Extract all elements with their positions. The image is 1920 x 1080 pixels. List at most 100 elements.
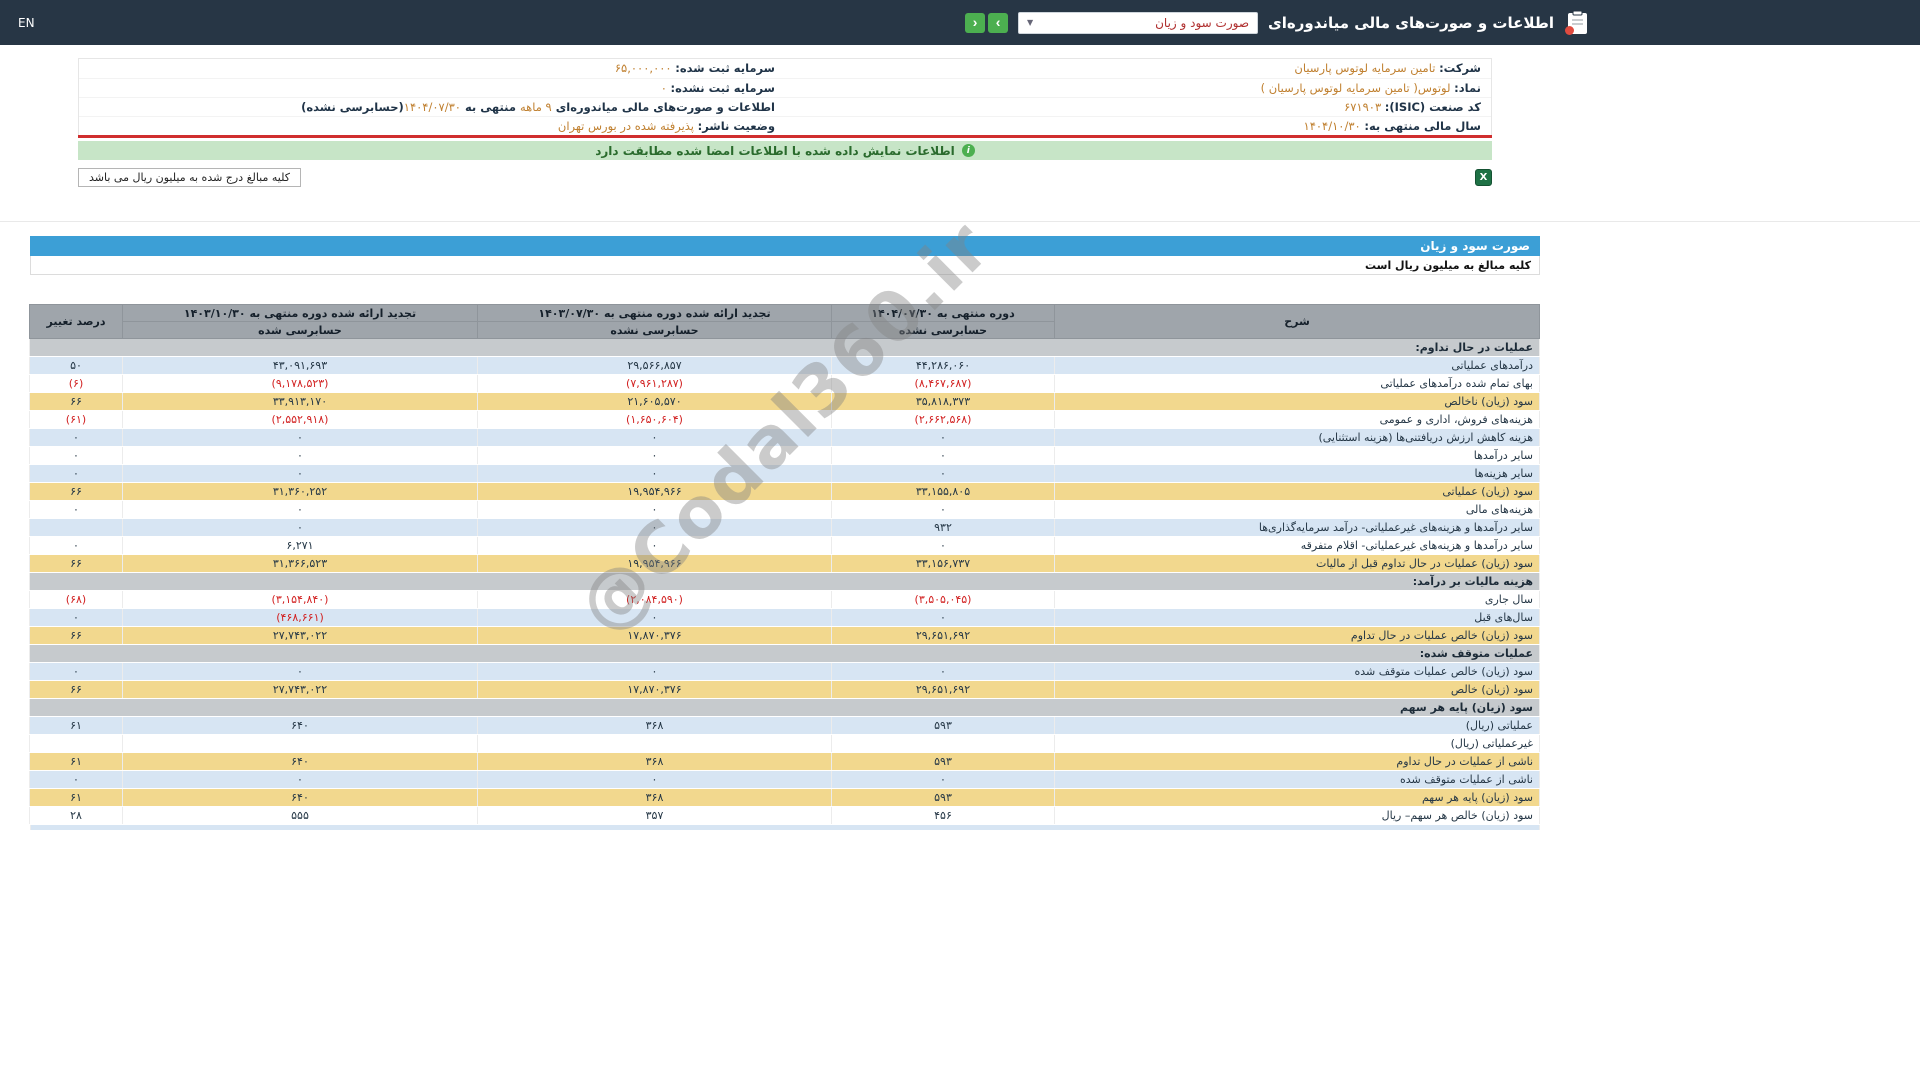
row-label: سود (زیان) ناخالص [1054, 392, 1540, 411]
value-restated-year-end: ۵۵۵ [122, 806, 478, 825]
statement-table-header: شرح دوره منتهی به ۱۴۰۴/۰۷/۳۰ تجدید ارائه… [29, 304, 1540, 339]
statement-unit-note: کلیه مبالغ به میلیون ریال است [30, 256, 1540, 275]
value-restated-prior-period: ۱۷,۸۷۰,۳۷۶ [477, 626, 832, 645]
row-label: سال جاری [1054, 590, 1540, 609]
info-value: پذیرفته شده در بورس تهران [557, 119, 695, 133]
info-label: سال مالی منتهی به: [1364, 119, 1481, 133]
table-row: سایر هزینه‌ها ۰ ۰ ۰ ۰ [29, 464, 1540, 483]
value-restated-prior-period: (۲,۰۸۴,۵۹۰) [477, 590, 832, 609]
statement-title-band: صورت سود و زیان [30, 236, 1540, 256]
section-label: سود (زیان) پایه هر سهم [29, 698, 1540, 717]
section-row: هزینه مالیات بر درآمد: [29, 572, 1540, 591]
value-restated-year-end: ۲۷,۷۴۳,۰۲۲ [122, 626, 478, 645]
value-current-period: ۵۹۳ [831, 752, 1055, 771]
row-label: سایر درآمدها و هزینه‌های غیرعملیاتی- اقل… [1054, 536, 1540, 555]
value-percent-change: ۶۶ [29, 680, 123, 699]
info-value: ۶۷۱۹۰۳ [1344, 100, 1382, 114]
signature-match-text: اطلاعات نمایش داده شده با اطلاعات امضا ش… [595, 143, 955, 158]
prev-statement-button[interactable]: ‹ [965, 12, 986, 33]
value-current-period: ۲۹,۶۵۱,۶۹۲ [831, 680, 1055, 699]
value-current-period: ۵۹۳ [831, 716, 1055, 735]
table-row: ناشی از عملیات متوقف شده ۰ ۰ ۰ ۰ [29, 770, 1540, 789]
value-current-period: (۸,۴۶۷,۶۸۷) [831, 374, 1055, 393]
value-percent-change: ۶۶ [29, 554, 123, 573]
value-restated-prior-period: ۰ [477, 500, 832, 519]
value-restated-year-end: ۲۷,۷۴۳,۰۲۲ [122, 680, 478, 699]
row-label: سود (زیان) خالص [1054, 680, 1540, 699]
value-restated-year-end: ۰ [122, 500, 478, 519]
value-restated-prior-period: ۳۵۷ [477, 806, 832, 825]
table-row: سایر درآمدها و هزینه‌های غیرعملیاتی- درآ… [29, 518, 1540, 537]
amounts-unit-note: کلیه مبالغ درج شده به میلیون ریال می باش… [78, 168, 301, 187]
value-restated-prior-period: ۰ [477, 608, 832, 627]
row-label: سایر درآمدها [1054, 446, 1540, 465]
info-value: ۱۴۰۴/۱۰/۳۰ [1303, 119, 1361, 133]
isic-code-cell: کد صنعت (ISIC): ۶۷۱۹۰۳ [785, 98, 1491, 116]
value-percent-change: ۰ [29, 608, 123, 627]
value-percent-change: ۶۱ [29, 788, 123, 807]
value-current-period: (۲,۶۶۲,۵۶۸) [831, 410, 1055, 429]
value-percent-change: ۰ [29, 446, 123, 465]
value-restated-prior-period: ۱۷,۸۷۰,۳۷۶ [477, 680, 832, 699]
value-current-period: ۰ [831, 428, 1055, 447]
row-label: عملیاتی (ریال) [1054, 716, 1540, 735]
period-length: ۹ ماهه [519, 100, 552, 114]
language-toggle-en[interactable]: EN [18, 16, 35, 30]
table-row-partial [30, 825, 1540, 830]
row-label: سود (زیان) خالص هر سهم– ریال [1054, 806, 1540, 825]
value-current-period: ۴۴,۲۸۶,۰۶۰ [831, 356, 1055, 375]
value-percent-change: ۶۱ [29, 716, 123, 735]
value-restated-year-end: ۴۳,۰۹۱,۶۹۳ [122, 356, 478, 375]
company-info-row: سال مالی منتهی به: ۱۴۰۴/۱۰/۳۰ وضعیت ناشر… [79, 116, 1491, 135]
value-restated-year-end: ۰ [122, 662, 478, 681]
value-restated-year-end [122, 734, 478, 753]
value-current-period: ۹۳۲ [831, 518, 1055, 537]
statement-type-selected-value: صورت سود و زیان [1155, 15, 1250, 30]
value-restated-year-end: ۰ [122, 518, 478, 537]
section-row: عملیات در حال تداوم: [29, 338, 1540, 357]
value-current-period: (۳,۵۰۵,۰۴۵) [831, 590, 1055, 609]
row-label: غیرعملیاتی (ریال) [1054, 734, 1540, 753]
value-current-period: ۰ [831, 536, 1055, 555]
page-title: اطلاعات و صورت‌های مالی میاندوره‌ای [1268, 13, 1554, 32]
value-percent-change: ۶۶ [29, 626, 123, 645]
value-restated-year-end: (۴۶۸,۶۶۱) [122, 608, 478, 627]
row-label: ناشی از عملیات در حال تداوم [1054, 752, 1540, 771]
table-row: عملیاتی (ریال) ۵۹۳ ۳۶۸ ۶۴۰ ۶۱ [29, 716, 1540, 735]
info-value: تامین سرمایه لوتوس پارسیان [1294, 61, 1436, 75]
next-statement-button[interactable]: › [988, 12, 1009, 33]
info-label: سرمایه ثبت شده: [675, 61, 775, 75]
issuer-status-cell: وضعیت ناشر: پذیرفته شده در بورس تهران [79, 117, 785, 135]
row-label: سایر هزینه‌ها [1054, 464, 1540, 483]
info-label: شرکت: [1439, 61, 1481, 75]
info-label: وضعیت ناشر: [697, 119, 775, 133]
col-header-percent-change: درصد تغییر [29, 304, 123, 339]
table-row: هزینه‌های مالی ۰ ۰ ۰ ۰ [29, 500, 1540, 519]
info-value: لوتوس( تامین سرمایه لوتوس پارسیان ) [1260, 81, 1451, 95]
section-row: عملیات متوقف شده: [29, 644, 1540, 663]
excel-export-icon[interactable]: X [1475, 169, 1492, 186]
value-current-period: ۳۵,۸۱۸,۳۷۳ [831, 392, 1055, 411]
statement-type-dropdown[interactable]: صورت سود و زیان ▼ [1018, 11, 1259, 34]
value-restated-prior-period: ۳۶۸ [477, 752, 832, 771]
row-label: سود (زیان) عملیاتی [1054, 482, 1540, 501]
value-restated-year-end: ۶۴۰ [122, 788, 478, 807]
statement-nav-buttons: › ‹ [965, 12, 1009, 33]
table-row: سود (زیان) خالص هر سهم– ریال ۴۵۶ ۳۵۷ ۵۵۵ ۲۸ [29, 806, 1540, 825]
value-restated-year-end: (۹,۱۷۸,۵۲۳) [122, 374, 478, 393]
value-restated-prior-period [477, 734, 832, 753]
audit-status-text: (حسابرسی نشده) [301, 100, 404, 114]
value-percent-change: ۲۸ [29, 806, 123, 825]
value-restated-prior-period: ۲۱,۶۰۵,۵۷۰ [477, 392, 832, 411]
value-current-period: ۰ [831, 500, 1055, 519]
value-restated-year-end: ۰ [122, 464, 478, 483]
value-percent-change: ۰ [29, 770, 123, 789]
table-row: درآمدهای عملیاتی ۴۴,۲۸۶,۰۶۰ ۲۹,۵۶۶,۸۵۷ ۴۳,۰… [29, 356, 1540, 375]
value-current-period: ۲۹,۶۵۱,۶۹۲ [831, 626, 1055, 645]
value-restated-year-end: ۳۱,۳۶۶,۵۲۳ [122, 554, 478, 573]
red-divider [78, 135, 1492, 138]
value-percent-change [29, 734, 123, 753]
value-percent-change: (۶۸) [29, 590, 123, 609]
company-info-section: شرکت: تامین سرمایه لوتوس پارسیان سرمایه … [30, 45, 1540, 187]
fiscal-year-end-cell: سال مالی منتهی به: ۱۴۰۴/۱۰/۳۰ [785, 117, 1491, 135]
